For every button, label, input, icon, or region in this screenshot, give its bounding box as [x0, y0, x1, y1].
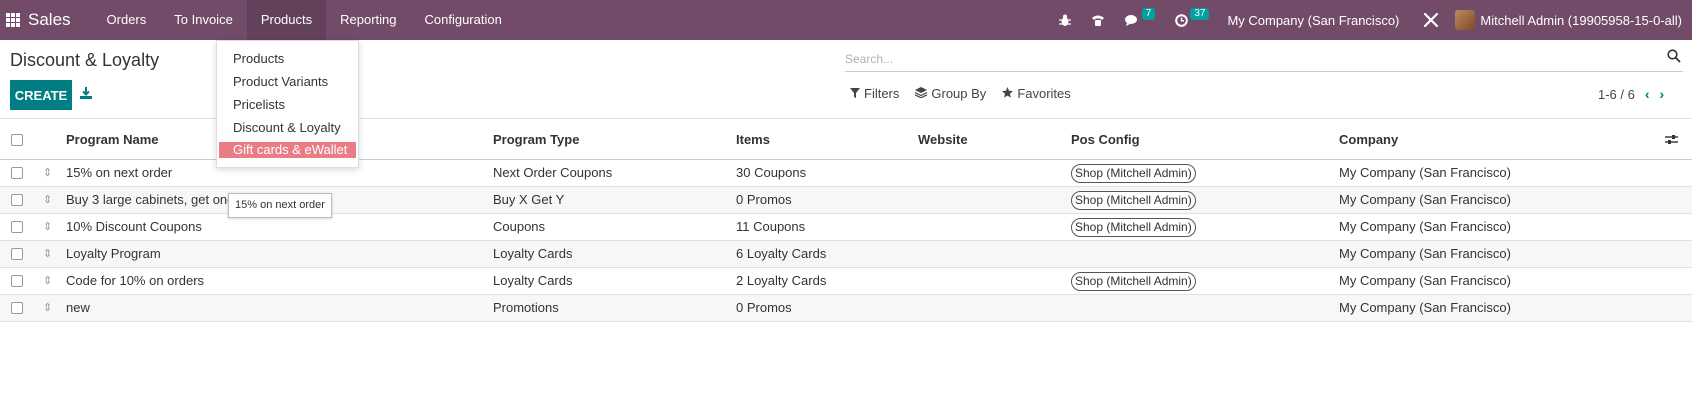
- table-row[interactable]: ⇕ new Promotions 0 Promos My Company (Sa…: [0, 295, 1692, 322]
- program-name: Code for 10% on orders: [66, 273, 205, 288]
- drag-handle-icon[interactable]: ⇕: [43, 214, 52, 240]
- column-pos-config[interactable]: Pos Config: [1071, 119, 1140, 161]
- program-company: My Company (San Francisco): [1339, 246, 1511, 261]
- bug-icon[interactable]: [1058, 14, 1071, 27]
- products-dropdown-menu: Products Product Variants Pricelists Dis…: [216, 40, 359, 168]
- activities-badge: 37: [1190, 8, 1210, 20]
- filters-label: Filters: [864, 86, 900, 101]
- drag-handle-icon[interactable]: ⇕: [43, 268, 52, 294]
- program-items: 0 Promos: [736, 300, 792, 315]
- row-checkbox[interactable]: [11, 221, 23, 233]
- dropdown-item-gift-cards[interactable]: Gift cards & eWallet: [219, 142, 356, 158]
- dropdown-item-product-variants[interactable]: Product Variants: [217, 70, 358, 93]
- program-items: 2 Loyalty Cards: [736, 273, 827, 288]
- program-company: My Company (San Francisco): [1339, 165, 1511, 180]
- program-company: My Company (San Francisco): [1339, 192, 1511, 207]
- pos-config-tag: Shop (Mitchell Admin): [1071, 191, 1196, 210]
- menu-orders[interactable]: Orders: [93, 0, 161, 40]
- row-checkbox[interactable]: [11, 275, 23, 287]
- layers-icon: [915, 86, 928, 101]
- column-website[interactable]: Website: [918, 119, 968, 161]
- program-type: Loyalty Cards: [493, 246, 573, 261]
- favorites-label: Favorites: [1017, 86, 1071, 101]
- optional-columns-icon[interactable]: [1665, 132, 1678, 148]
- search-icon[interactable]: [1667, 49, 1681, 66]
- column-program-name[interactable]: Program Name: [66, 119, 158, 161]
- row-tooltip: 15% on next order: [228, 193, 332, 218]
- program-type: Next Order Coupons: [493, 165, 613, 180]
- program-company: My Company (San Francisco): [1339, 300, 1511, 315]
- drag-handle-icon[interactable]: ⇕: [43, 187, 52, 213]
- program-items: 11 Coupons: [736, 219, 806, 234]
- menu-to-invoice[interactable]: To Invoice: [160, 0, 247, 40]
- program-name: Buy 3 large cabinets, get one: [66, 192, 235, 207]
- column-program-type[interactable]: Program Type: [493, 119, 579, 161]
- menu-products[interactable]: Products: [246, 0, 327, 40]
- program-company: My Company (San Francisco): [1339, 219, 1511, 234]
- program-company: My Company (San Francisco): [1339, 273, 1511, 288]
- messages-badge: 7: [1141, 8, 1156, 20]
- menu-configuration[interactable]: Configuration: [411, 0, 516, 40]
- program-type: Loyalty Cards: [493, 273, 573, 288]
- menu-reporting[interactable]: Reporting: [326, 0, 410, 40]
- table-row[interactable]: ⇕ 10% Discount Coupons Coupons 11 Coupon…: [0, 214, 1692, 241]
- column-company[interactable]: Company: [1339, 119, 1398, 161]
- dropdown-item-products[interactable]: Products: [217, 47, 358, 70]
- program-name: 15% on next order: [66, 165, 173, 180]
- row-checkbox[interactable]: [11, 167, 23, 179]
- group-by-toggle[interactable]: Group By: [915, 86, 986, 101]
- pager-value[interactable]: 1-6 / 6: [1598, 87, 1635, 102]
- chevron-right-icon[interactable]: ›: [1660, 86, 1665, 102]
- group-by-label: Group By: [931, 86, 987, 101]
- apps-menu-icon[interactable]: [6, 13, 20, 27]
- company-switcher[interactable]: My Company (San Francisco): [1227, 13, 1399, 28]
- drag-handle-icon[interactable]: ⇕: [43, 160, 52, 186]
- table-row[interactable]: ⇕ Loyalty Program Loyalty Cards 6 Loyalt…: [0, 241, 1692, 268]
- top-navbar: Sales Orders To Invoice Products Reporti…: [0, 0, 1692, 40]
- debug-tools-icon[interactable]: [1423, 12, 1439, 28]
- pos-config-tag: Shop (Mitchell Admin): [1071, 218, 1196, 237]
- search-bar: [845, 46, 1683, 72]
- table-row[interactable]: ⇕ Code for 10% on orders Loyalty Cards 2…: [0, 268, 1692, 295]
- page-title: Discount & Loyalty: [10, 50, 160, 70]
- main-menu: Orders To Invoice Products Reporting Con…: [93, 0, 516, 40]
- program-type: Buy X Get Y: [493, 192, 565, 207]
- column-items[interactable]: Items: [736, 119, 770, 161]
- create-button[interactable]: CREATE: [10, 80, 72, 110]
- user-avatar[interactable]: [1455, 10, 1476, 30]
- program-type: Promotions: [493, 300, 559, 315]
- download-icon[interactable]: [80, 86, 92, 102]
- user-menu[interactable]: Mitchell Admin (19905958-15-0-all): [1480, 13, 1682, 28]
- program-items: 30 Coupons: [736, 165, 807, 180]
- row-checkbox[interactable]: [11, 248, 23, 260]
- search-input[interactable]: [845, 51, 1683, 66]
- star-icon: [1002, 86, 1014, 101]
- select-all-checkbox[interactable]: [11, 134, 23, 146]
- search-panel-options: Filters Group By Favorites: [850, 86, 1071, 101]
- systray: 7 37 My Company (San Francisco) Mitchell…: [1049, 0, 1692, 40]
- program-items: 6 Loyalty Cards: [736, 246, 827, 261]
- messages-icon[interactable]: 7: [1124, 8, 1156, 27]
- drag-handle-icon[interactable]: ⇕: [43, 295, 52, 321]
- filters-toggle[interactable]: Filters: [850, 86, 899, 101]
- program-items: 0 Promos: [736, 192, 792, 207]
- pager: 1-6 / 6 ‹ ›: [1598, 86, 1664, 102]
- program-name: 10% Discount Coupons: [66, 219, 202, 234]
- program-type: Coupons: [493, 219, 546, 234]
- app-brand[interactable]: Sales: [28, 10, 71, 30]
- dropdown-item-discount-loyalty[interactable]: Discount & Loyalty: [217, 116, 358, 139]
- row-checkbox[interactable]: [11, 302, 23, 314]
- favorites-toggle[interactable]: Favorites: [1002, 86, 1071, 101]
- program-name: new: [66, 300, 90, 315]
- dropdown-item-pricelists[interactable]: Pricelists: [217, 93, 358, 116]
- pos-config-tag: Shop (Mitchell Admin): [1071, 272, 1196, 291]
- chevron-left-icon[interactable]: ‹: [1645, 86, 1650, 102]
- program-name: Loyalty Program: [66, 246, 161, 261]
- row-checkbox[interactable]: [11, 194, 23, 206]
- activities-icon[interactable]: 37: [1175, 8, 1210, 27]
- filter-icon: [850, 86, 860, 101]
- pos-config-tag: Shop (Mitchell Admin): [1071, 164, 1196, 183]
- phone-icon[interactable]: [1091, 14, 1105, 27]
- drag-handle-icon[interactable]: ⇕: [43, 241, 52, 267]
